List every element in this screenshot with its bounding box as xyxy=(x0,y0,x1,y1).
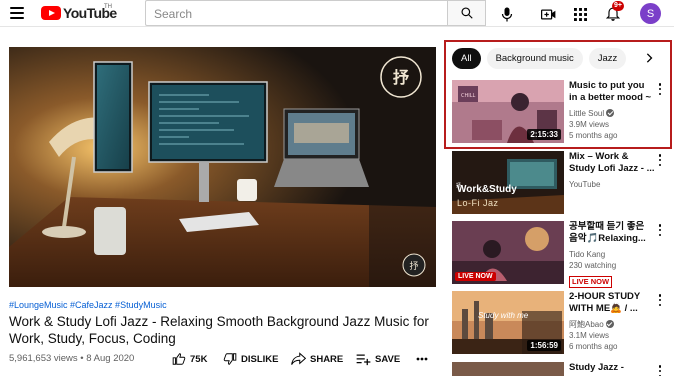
thumbnail-live-badge: LIVE NOW xyxy=(455,272,496,281)
save-button[interactable]: SAVE xyxy=(356,351,400,367)
video-hashtags[interactable]: #LoungeMusic #CafeJazz #StudyMusic xyxy=(9,300,167,310)
mic-button[interactable] xyxy=(497,4,517,24)
avatar[interactable]: S xyxy=(640,3,661,24)
search-icon xyxy=(460,7,473,19)
create-button[interactable] xyxy=(538,4,558,24)
recommendation-item[interactable]: 抒 Work&Study Lo-Fi Jaz Mix – Work & Stud… xyxy=(452,151,667,215)
recommendation-title[interactable]: Music to put you in a better mood ~ ... xyxy=(569,80,655,104)
dislike-label: DISLIKE xyxy=(241,353,279,365)
more-vertical-icon[interactable] xyxy=(655,223,665,237)
chip-all[interactable]: All xyxy=(452,47,481,69)
thumbs-down-icon xyxy=(223,353,237,365)
recommendation-title[interactable]: Study Jazz - xyxy=(569,362,655,374)
recommendation-views: 3.1M views xyxy=(569,331,610,340)
svg-text:抒: 抒 xyxy=(409,260,418,272)
save-label: SAVE xyxy=(375,353,401,365)
like-button[interactable]: 75K xyxy=(172,351,207,367)
create-icon xyxy=(540,9,555,19)
recommendation-item[interactable]: Study with me 1:56:59 2-HOUR STUDY WITH … xyxy=(452,291,667,355)
recommendation-item[interactable]: CHILL 2:15:33 Music to put you in a bett… xyxy=(452,80,667,144)
thumbnail-image xyxy=(452,362,564,376)
video-player[interactable]: 抒 抒 xyxy=(9,47,436,287)
video-views-date: 5,961,653 views • 8 Aug 2020 xyxy=(9,353,135,364)
mic-icon xyxy=(501,7,513,21)
verified-icon xyxy=(605,320,614,328)
recommendation-age: 5 months ago xyxy=(569,131,618,140)
svg-text:抒: 抒 xyxy=(393,68,409,87)
recommendation-channel[interactable]: 阿鮑Abao xyxy=(569,319,655,330)
recommendation-thumbnail[interactable] xyxy=(452,362,564,376)
recommendation-info: Study Jazz - xyxy=(569,362,655,374)
recommendation-thumbnail[interactable]: CHILL 2:15:33 xyxy=(452,80,564,143)
youtube-play-icon xyxy=(41,6,61,20)
more-horizontal-icon xyxy=(416,357,428,361)
save-playlist-icon xyxy=(356,354,371,365)
search-input[interactable]: Search xyxy=(145,0,447,26)
recommendation-item[interactable]: LIVE NOW 공부할때 듣기 좋은 음악🎵Relaxing... Tido … xyxy=(452,221,667,288)
like-count: 75K xyxy=(190,353,208,365)
apps-icon xyxy=(573,7,587,21)
verified-icon xyxy=(606,109,615,117)
recommendation-title[interactable]: Mix – Work & Study Lofi Jazz - ... xyxy=(569,151,655,175)
recommendation-info: Music to put you in a better mood ~ ... … xyxy=(569,80,655,141)
video-duration: 2:15:33 xyxy=(527,129,561,140)
apps-button[interactable] xyxy=(570,4,590,24)
chevron-right-icon xyxy=(646,53,653,63)
recommendation-channel[interactable]: Little Soul xyxy=(569,108,655,119)
video-duration: 1:56:59 xyxy=(527,340,561,351)
thumbnail-title-text: Work&Study xyxy=(457,184,517,195)
recommendation-watching: 230 watching xyxy=(569,261,617,270)
share-button[interactable]: SHARE xyxy=(291,351,343,367)
recommendation-title[interactable]: 2-HOUR STUDY WITH ME🙇 / ... xyxy=(569,291,655,315)
thumbnail-sub-text: Lo-Fi Jaz xyxy=(457,198,499,208)
notification-badge: 9+ xyxy=(612,1,624,11)
recommendation-age: 6 months ago xyxy=(569,342,618,351)
chip-background-music[interactable]: Background music xyxy=(486,47,583,69)
dislike-button[interactable]: DISLIKE xyxy=(223,351,278,367)
recommendation-info: 2-HOUR STUDY WITH ME🙇 / ... 阿鮑Abao 3.1M … xyxy=(569,291,655,352)
video-frame-image: 抒 抒 xyxy=(9,47,436,287)
chips-next-button[interactable] xyxy=(640,49,658,67)
recommendation-thumbnail[interactable]: LIVE NOW xyxy=(452,221,564,284)
search-placeholder: Search xyxy=(154,7,193,21)
live-now-badge: LIVE NOW xyxy=(569,276,613,288)
more-vertical-icon[interactable] xyxy=(655,364,665,376)
recommendation-thumbnail[interactable]: 抒 Work&Study Lo-Fi Jaz xyxy=(452,151,564,214)
top-bar: YouTube TH Search 9+ S xyxy=(0,0,674,27)
recommendation-channel[interactable]: YouTube xyxy=(569,179,655,190)
filter-chips: All Background music Jazz xyxy=(452,47,632,69)
thumbs-up-icon xyxy=(172,353,186,365)
menu-icon[interactable] xyxy=(10,7,24,19)
youtube-logo[interactable]: YouTube TH xyxy=(41,4,117,21)
chip-jazz[interactable]: Jazz xyxy=(588,47,627,69)
more-vertical-icon[interactable] xyxy=(655,153,665,167)
recommendation-title[interactable]: 공부할때 듣기 좋은 음악🎵Relaxing... xyxy=(569,221,655,245)
video-title: Work & Study Lofi Jazz - Relaxing Smooth… xyxy=(9,314,429,346)
recommendation-item[interactable]: Study Jazz - xyxy=(452,362,667,376)
thumbnail-title-text: Study with me xyxy=(478,311,529,320)
recommendation-thumbnail[interactable]: Study with me 1:56:59 xyxy=(452,291,564,354)
share-label: SHARE xyxy=(310,353,344,365)
recommendation-channel[interactable]: Tido Kang xyxy=(569,249,655,260)
more-vertical-icon[interactable] xyxy=(655,293,665,307)
recommendation-info: Mix – Work & Study Lofi Jazz - ... YouTu… xyxy=(569,151,655,190)
search-button[interactable] xyxy=(447,0,486,26)
recommendation-views: 3.9M views xyxy=(569,120,610,129)
logo-region: TH xyxy=(104,4,112,10)
more-vertical-icon[interactable] xyxy=(655,82,665,96)
more-actions-button[interactable] xyxy=(416,351,432,367)
svg-text:CHILL: CHILL xyxy=(461,93,476,99)
share-icon xyxy=(291,352,306,365)
recommendation-info: 공부할때 듣기 좋은 음악🎵Relaxing... Tido Kang 230 … xyxy=(569,221,655,289)
